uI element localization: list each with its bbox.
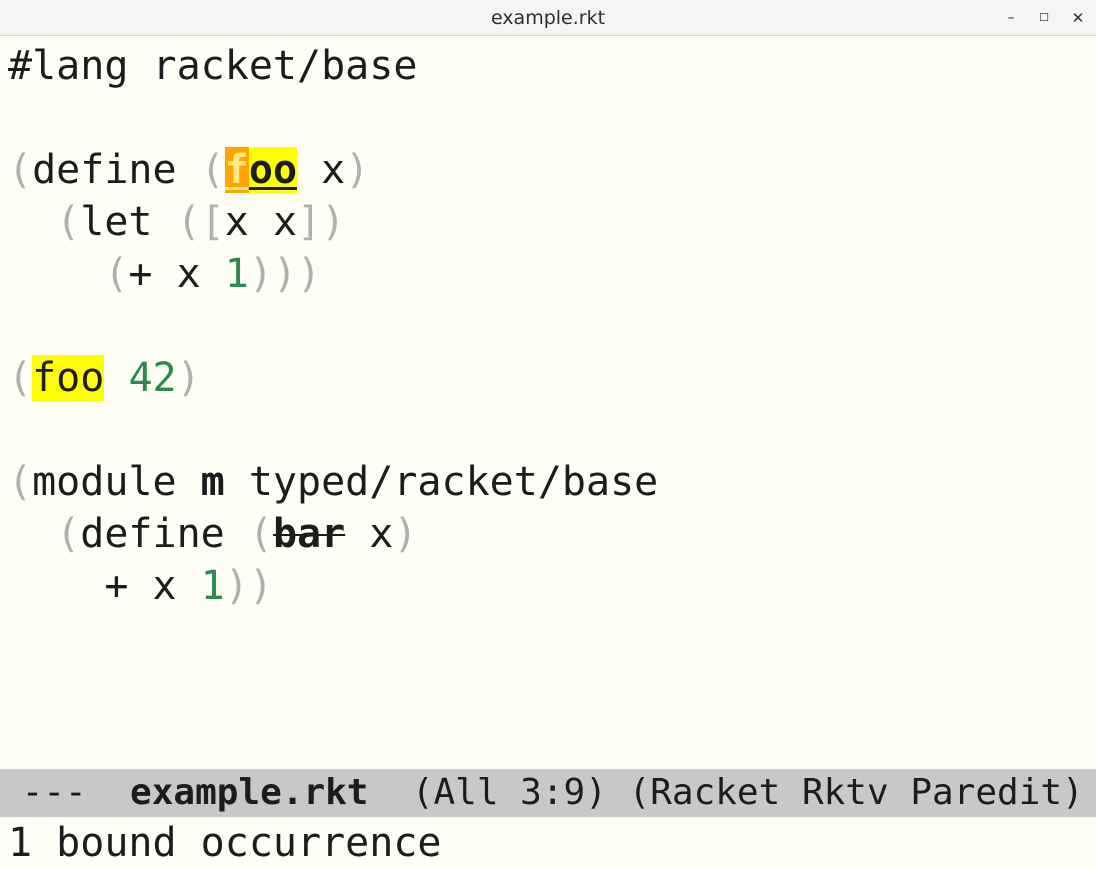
modeline-modes: (Racket Rktv Paredit)	[628, 772, 1084, 813]
bar-unused-definition: bar	[272, 511, 346, 557]
window-title: example.rkt	[490, 7, 606, 29]
let-keyword: let	[80, 199, 177, 245]
paren: (	[56, 511, 81, 557]
define-keyword: define	[32, 147, 201, 193]
paren: (	[56, 199, 81, 245]
module-keyword: module	[32, 459, 201, 505]
code-line-4[interactable]: (let ([x x])	[8, 196, 345, 248]
number-literal: 42	[128, 355, 177, 401]
modeline-position: (All 3:9)	[368, 772, 629, 813]
module-name: m	[200, 459, 225, 505]
paren: )	[345, 147, 370, 193]
paren: (	[200, 147, 225, 193]
number-literal: 1	[224, 251, 249, 297]
minibuffer[interactable]: 1 bound occurrence	[0, 817, 1096, 869]
mode-line: --- example.rkt (All 3:9) (Racket Rktv P…	[0, 769, 1096, 817]
paren: (	[176, 199, 201, 245]
paren: ))	[224, 563, 273, 609]
maximize-icon[interactable]: ☐	[1034, 8, 1054, 28]
title-bar: example.rkt – ☐ ✕	[0, 0, 1096, 36]
foo-definition: oo	[248, 147, 298, 193]
paren: )	[176, 355, 201, 401]
paren: )))	[248, 251, 322, 297]
code-line-5[interactable]: (+ x 1)))	[8, 248, 321, 300]
modeline-status: ---	[0, 772, 131, 813]
lang-directive: #lang racket/base	[8, 43, 418, 89]
close-icon[interactable]: ✕	[1068, 8, 1088, 28]
paren: )	[393, 511, 418, 557]
paren: (	[248, 511, 273, 557]
code-line-9[interactable]: (module m typed/racket/base	[8, 456, 658, 508]
define-keyword: define	[80, 511, 249, 557]
cursor-char: f	[224, 147, 249, 193]
minibuffer-message: 1 bound occurrence	[8, 820, 442, 866]
code-line-11[interactable]: + x 1))	[8, 560, 273, 612]
module-lang: typed/racket/base	[224, 459, 659, 505]
editor-buffer[interactable]: #lang racket/base (define (foo x) (let (…	[0, 36, 1096, 769]
let-binding: x x	[224, 199, 298, 245]
paren: (	[8, 355, 33, 401]
modeline-buffer-name: example.rkt	[130, 772, 369, 813]
paren: (	[8, 147, 33, 193]
code-line-7[interactable]: (foo 42)	[8, 352, 201, 404]
paren: )	[321, 199, 346, 245]
bracket: ]	[297, 199, 322, 245]
param-x: x	[345, 511, 394, 557]
code-line-3[interactable]: (define (foo x)	[8, 144, 369, 196]
plus-expr: + x	[104, 563, 201, 609]
emacs-window: example.rkt – ☐ ✕ #lang racket/base (def…	[0, 0, 1096, 869]
bracket: [	[200, 199, 225, 245]
plus-expr: + x	[128, 251, 225, 297]
code-line-10[interactable]: (define (bar x)	[8, 508, 417, 560]
minimize-icon[interactable]: –	[1001, 8, 1021, 28]
number-literal: 1	[200, 563, 225, 609]
paren: (	[104, 251, 129, 297]
param-x: x	[297, 147, 346, 193]
paren: (	[8, 459, 33, 505]
code-line-1[interactable]: #lang racket/base	[8, 40, 417, 92]
foo-usage: foo	[32, 355, 105, 401]
